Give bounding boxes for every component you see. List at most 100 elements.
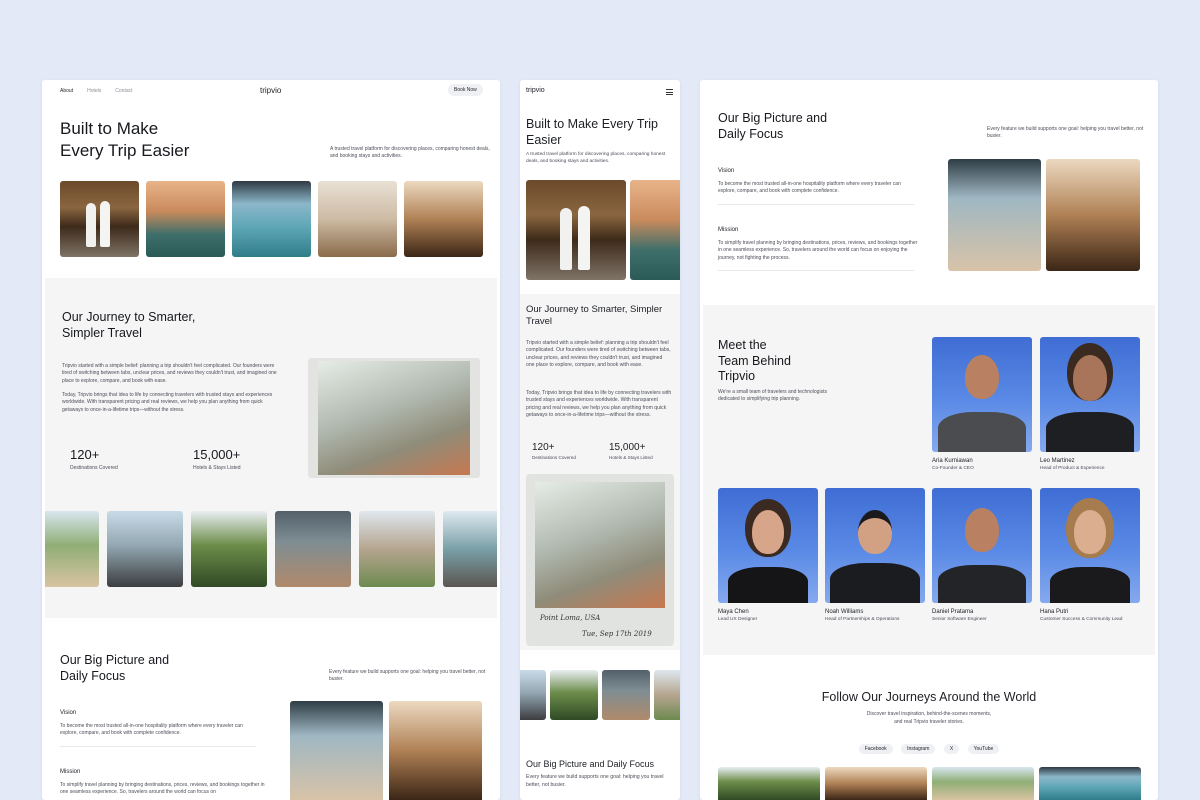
- mobile-bigpicture-title: Our Big Picture and Daily Focus: [526, 759, 655, 769]
- stat-hotels: 15,000+ Hotels & Stays Listed: [193, 447, 241, 472]
- gallery-photo-shore: [443, 511, 497, 587]
- stat-value: 120+: [532, 442, 555, 453]
- bigpicture-title-line1: Our Big Picture and: [60, 653, 170, 667]
- divider: [718, 204, 914, 205]
- mobile-hero-photo-pool: [630, 180, 680, 280]
- mission-title: Mission: [60, 769, 81, 775]
- hero-title-line2: Every Trip Easier: [60, 140, 190, 160]
- mobile-gallery-cottage: [654, 670, 680, 720]
- follow-title: Follow Our Journeys Around the World: [821, 690, 1037, 704]
- about-bigpicture-title-line2: Daily Focus: [718, 126, 784, 141]
- team-title: Meet the Team Behind Tripvio: [718, 338, 838, 385]
- about-bigpicture-title-line1: Our Big Picture and: [718, 111, 828, 125]
- bigpicture-title-line2: Daily Focus: [60, 668, 126, 683]
- journey-title: Our Journey to Smarter, Simpler Travel: [62, 310, 262, 341]
- about-photo-couple: [948, 159, 1041, 271]
- follow-photo-1: [718, 767, 820, 800]
- member-name: Noah Williams: [825, 609, 864, 615]
- vision-text: To become the most trusted all-in-one ho…: [60, 723, 243, 737]
- social-facebook-button[interactable]: Facebook: [858, 744, 893, 754]
- follow-description-line1: Discover travel inspiration, behind-the-…: [866, 711, 992, 717]
- nav-link-hotels[interactable]: Hotels: [87, 88, 101, 95]
- member-name: Daniel Pratama: [932, 609, 974, 615]
- follow-description-line2: and real Tripvio traveler stories.: [894, 719, 964, 725]
- about-mission-title: Mission: [718, 227, 739, 233]
- mobile-page: tripvio Built to Make Every Trip Easier …: [520, 80, 680, 800]
- stat-destinations: 120+ Destinations Covered: [70, 447, 118, 472]
- hero-title-line1: Built to Make: [60, 119, 159, 138]
- team-photo-noah: [825, 488, 925, 603]
- social-instagram-button[interactable]: Instagram: [901, 744, 936, 754]
- team-description: We're a small team of travelers and tech…: [718, 389, 827, 403]
- team-photo-maya: [718, 488, 818, 603]
- mobile-hero-photo-couple: [526, 180, 626, 280]
- hero-photo-couple-robes: [60, 181, 139, 257]
- stat-label: Hotels & Stays Listed: [609, 455, 653, 460]
- about-vision-title: Vision: [718, 168, 735, 174]
- about-vision-text: To become the most trusted all-in-one ho…: [718, 181, 901, 195]
- desktop-home-page: About Hotels Contact tripvio Book Now Bu…: [42, 80, 500, 800]
- social-x-button[interactable]: X: [943, 744, 960, 754]
- mobile-bigpicture-description: Every feature we build supports one goal…: [526, 774, 664, 788]
- team-section: Meet the Team Behind Tripvio We're a sma…: [703, 305, 1155, 655]
- team-photo-daniel: [932, 488, 1032, 603]
- member-name: Maya Chen: [718, 609, 749, 615]
- member-role: Lead UX Designer: [718, 617, 758, 622]
- follow-photo-2: [825, 767, 927, 800]
- mobile-journey-paragraph-1: Tripvio started with a simple belief: pl…: [526, 340, 671, 369]
- mission-text: To simplify travel planning by bringing …: [60, 782, 265, 796]
- hero-title: Built to Make Every Trip Easier: [60, 118, 260, 162]
- about-bigpicture-title: Our Big Picture and Daily Focus: [718, 111, 918, 142]
- mobile-stat-destinations: 120+ Destinations Covered: [532, 442, 576, 462]
- gallery-photo-beach-hut: [45, 511, 99, 587]
- mobile-polaroid: Point Loma, USA Tue, Sep 17th 2019: [526, 474, 674, 646]
- hamburger-icon[interactable]: [666, 89, 673, 95]
- mobile-logo[interactable]: tripvio: [526, 87, 545, 94]
- hero-photo-villa-pool: [146, 181, 225, 257]
- member-role: Head of Product & Experience: [1040, 466, 1105, 471]
- polaroid-caption-place: Point Loma, USA: [540, 614, 601, 622]
- hero-description: A trusted travel platform for discoverin…: [330, 146, 490, 160]
- journey-section: Our Journey to Smarter, Simpler Travel T…: [45, 278, 497, 618]
- nav-link-contact[interactable]: Contact: [115, 88, 132, 95]
- gallery-photo-rocks: [107, 511, 183, 587]
- stat-label: Hotels & Stays Listed: [193, 465, 241, 471]
- follow-photo-4: [1039, 767, 1141, 800]
- about-bigpicture-description: Every feature we build supports one goal…: [987, 126, 1144, 140]
- team-title-line1: Meet the: [718, 338, 767, 352]
- member-name: Hana Putri: [1040, 609, 1069, 615]
- stat-value: 15,000+: [609, 442, 646, 453]
- logo[interactable]: tripvio: [260, 86, 281, 95]
- mobile-gallery-woman: [602, 670, 650, 720]
- mobile-journey-paragraph-2: Today, Tripvio brings that idea to life …: [526, 390, 672, 419]
- nav-link-about[interactable]: About: [60, 88, 73, 95]
- member-name: Aria Kurniawan: [932, 458, 973, 464]
- bigpicture-description: Every feature we build supports one goal…: [329, 669, 486, 683]
- gallery-photo-woman-sea: [275, 511, 351, 587]
- social-youtube-button[interactable]: YouTube: [967, 744, 1000, 754]
- mobile-journey-title: Our Journey to Smarter, Simpler Travel: [526, 304, 663, 328]
- mobile-hero-description: A trusted travel platform for discoverin…: [526, 152, 666, 164]
- book-now-button[interactable]: Book Now: [448, 84, 483, 96]
- divider: [60, 746, 256, 747]
- bigpicture-photo-hut: [389, 701, 482, 800]
- mobile-stat-hotels: 15,000+ Hotels & Stays Listed: [609, 442, 653, 462]
- mobile-gallery-rocks: [520, 670, 546, 720]
- desktop-about-page: Our Big Picture and Daily Focus Every fe…: [700, 80, 1158, 800]
- hero-photo-bedroom: [318, 181, 397, 257]
- team-title-line3: Tripvio: [718, 369, 756, 384]
- journey-paragraph-2: Today, Tripvio brings that idea to life …: [62, 392, 273, 413]
- about-mission-text: To simplify travel planning by bringing …: [718, 240, 918, 261]
- hero-photo-jacuzzi-sea: [232, 181, 311, 257]
- member-role: Senior Software Engineer: [932, 617, 987, 622]
- gallery-photo-palm-house: [191, 511, 267, 587]
- journey-paragraph-1: Tripvio started with a simple belief: pl…: [62, 363, 277, 384]
- mobile-gallery-palm: [550, 670, 598, 720]
- about-photo-hut: [1046, 159, 1140, 271]
- hero-photo-hut-bed: [404, 181, 483, 257]
- journey-title-line2: Simpler Travel: [62, 325, 142, 340]
- stat-label: Destinations Covered: [70, 465, 118, 471]
- member-role: Co-Founder & CEO: [932, 466, 974, 471]
- stat-value: 120+: [70, 447, 100, 462]
- stat-value: 15,000+: [193, 447, 241, 462]
